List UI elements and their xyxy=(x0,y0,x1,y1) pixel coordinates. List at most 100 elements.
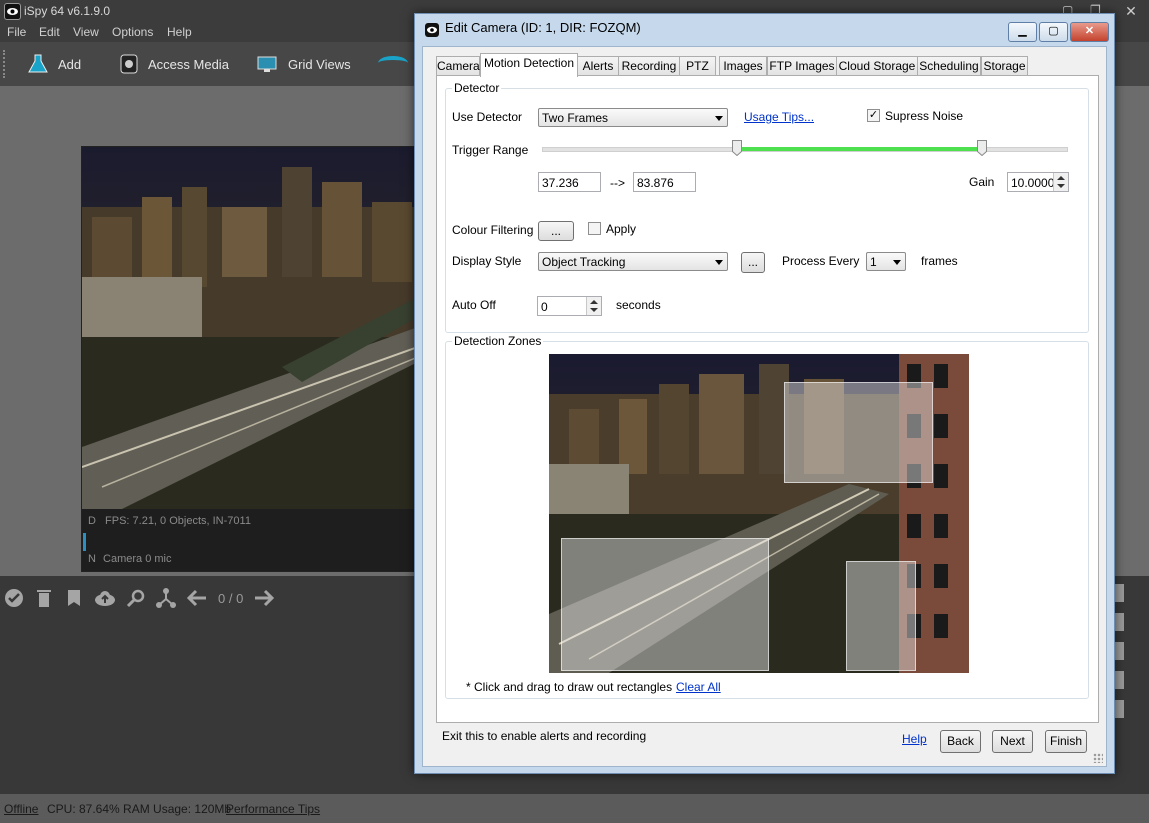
app-eye-icon xyxy=(4,3,21,20)
finish-button[interactable]: Finish xyxy=(1045,730,1087,753)
tab-storage[interactable]: Storage xyxy=(981,56,1028,76)
trigger-range-label: Trigger Range xyxy=(452,143,529,157)
footer-hint: Exit this to enable alerts and recording xyxy=(442,729,647,743)
trigger-max-value: 83.876 xyxy=(637,176,674,190)
colour-filtering-button[interactable]: ... xyxy=(538,221,574,241)
trigger-range-max-thumb[interactable] xyxy=(976,140,987,156)
tab-recording[interactable]: Recording xyxy=(618,56,680,76)
media-icon xyxy=(120,54,138,74)
grid-views-label: Grid Views xyxy=(288,56,351,72)
grid-views-icon xyxy=(257,56,277,72)
tab-cloud-storage[interactable]: Cloud Storage xyxy=(836,56,918,76)
frames-label: frames xyxy=(921,254,958,268)
tab-images[interactable]: Images xyxy=(719,56,767,76)
access-media-label: Access Media xyxy=(148,56,229,72)
detector-group: Detector Use Detector Two Frames Usage T… xyxy=(445,81,1089,333)
back-button[interactable]: Back xyxy=(940,730,981,753)
bookmark-icon[interactable] xyxy=(64,588,84,608)
add-button[interactable]: Add xyxy=(26,52,81,76)
use-detector-value: Two Frames xyxy=(542,111,609,125)
seconds-label: seconds xyxy=(616,298,661,312)
auto-off-value: 0 xyxy=(541,300,548,314)
add-flask-icon xyxy=(28,54,48,73)
tab-ftp-images[interactable]: FTP Images xyxy=(767,56,837,76)
trigger-min-input[interactable]: 37.236 xyxy=(538,172,601,192)
apply-checkbox[interactable] xyxy=(588,222,601,235)
display-style-value: Object Tracking xyxy=(542,255,626,269)
edit-camera-dialog: Edit Camera (ID: 1, DIR: FOZQM) ▁ ▢ ✕ Ca… xyxy=(414,13,1115,774)
dialog-maximize-button[interactable]: ▢ xyxy=(1039,22,1068,42)
camera-bottom-line: N Camera 0 mic xyxy=(82,553,418,565)
apply-label: Apply xyxy=(606,222,637,236)
camera-info-line: D FPS: 7.21, 0 Objects, IN-7011 xyxy=(82,515,418,527)
process-every-value: 1 xyxy=(870,255,877,269)
main-close-button[interactable]: ✕ xyxy=(1118,3,1144,19)
tab-alerts[interactable]: Alerts xyxy=(577,56,619,76)
display-style-select[interactable]: Object Tracking xyxy=(538,252,728,271)
menu-view[interactable]: View xyxy=(73,25,99,39)
app-title: iSpy 64 v6.1.9.0 xyxy=(24,4,111,18)
arrow-left-icon[interactable] xyxy=(186,588,208,608)
search-icon[interactable] xyxy=(126,588,146,608)
suppress-noise-label: Supress Noise xyxy=(885,109,964,123)
detection-zone-rect[interactable] xyxy=(784,382,933,483)
gain-input[interactable]: 10.00000 xyxy=(1007,172,1069,192)
access-media-button[interactable]: Access Media xyxy=(118,52,229,76)
clear-all-link[interactable]: Clear All xyxy=(676,680,721,694)
check-icon[interactable] xyxy=(4,588,24,608)
help-link[interactable]: Help xyxy=(902,732,927,746)
motion-detection-page: Detector Use Detector Two Frames Usage T… xyxy=(436,75,1099,723)
camera-info-prefix: D xyxy=(88,515,96,527)
resize-grip[interactable] xyxy=(1093,753,1103,763)
performance-tips-link[interactable]: Performance Tips xyxy=(226,802,320,816)
grid-views-button[interactable]: Grid Views xyxy=(256,52,351,76)
detection-zone-rect[interactable] xyxy=(561,538,769,671)
display-style-button[interactable]: ... xyxy=(741,252,765,273)
camera-info-text: FPS: 7.21, 0 Objects, IN-7011 xyxy=(105,515,251,527)
menu-options[interactable]: Options xyxy=(112,25,153,39)
add-label: Add xyxy=(58,56,82,72)
auto-off-spinner[interactable] xyxy=(586,297,601,315)
detector-group-title: Detector xyxy=(452,81,502,95)
suppress-noise-checkbox[interactable]: ✓ xyxy=(867,109,880,122)
camera-bottom-prefix: N xyxy=(88,553,96,565)
dialog-minimize-button[interactable]: ▁ xyxy=(1008,22,1037,42)
gain-spinner[interactable] xyxy=(1053,173,1068,191)
toolbar-partial-icon xyxy=(378,56,408,70)
share-icon[interactable] xyxy=(156,588,176,608)
zones-hint: * Click and drag to draw out rectangles xyxy=(466,680,673,694)
camera-bottom-text: Camera 0 mic xyxy=(103,553,172,565)
status-stats: CPU: 87.64% RAM Usage: 120Mb xyxy=(47,802,232,816)
cloud-upload-icon[interactable] xyxy=(94,588,116,608)
next-button[interactable]: Next xyxy=(992,730,1033,753)
usage-tips-link[interactable]: Usage Tips... xyxy=(744,110,814,124)
menu-edit[interactable]: Edit xyxy=(39,25,60,39)
use-detector-select[interactable]: Two Frames xyxy=(538,108,728,127)
offline-link[interactable]: Offline xyxy=(4,802,38,816)
tab-scheduling[interactable]: Scheduling xyxy=(917,56,981,76)
trigger-max-input[interactable]: 83.876 xyxy=(633,172,696,192)
trigger-range-slider[interactable] xyxy=(542,139,1068,161)
trash-icon[interactable] xyxy=(34,588,54,608)
menu-help[interactable]: Help xyxy=(167,25,192,39)
camera-tile[interactable]: D FPS: 7.21, 0 Objects, IN-7011 N Camera… xyxy=(81,146,419,572)
statusbar: Offline CPU: 87.64% RAM Usage: 120Mb Per… xyxy=(0,794,1149,823)
detection-zone-rect[interactable] xyxy=(846,561,916,671)
page-counter: 0 / 0 xyxy=(218,590,244,606)
use-detector-label: Use Detector xyxy=(452,110,523,124)
tab-motion-detection[interactable]: Motion Detection xyxy=(480,53,578,77)
gain-label: Gain xyxy=(969,175,995,189)
auto-off-input[interactable]: 0 xyxy=(537,296,602,316)
zones-canvas[interactable] xyxy=(549,354,969,673)
dialog-body: Camera Motion Detection Alerts Recording… xyxy=(422,46,1107,767)
menu-file[interactable]: File xyxy=(7,25,26,39)
toolbar-grip xyxy=(3,50,7,78)
process-every-select[interactable]: 1 xyxy=(866,252,906,271)
detection-zones-title: Detection Zones xyxy=(452,334,544,348)
tab-ptz[interactable]: PTZ xyxy=(679,56,716,76)
dialog-title: Edit Camera (ID: 1, DIR: FOZQM) xyxy=(445,20,641,35)
trigger-range-min-thumb[interactable] xyxy=(732,140,743,156)
dialog-close-button[interactable]: ✕ xyxy=(1070,22,1109,42)
arrow-right-icon[interactable] xyxy=(253,588,275,608)
tab-camera[interactable]: Camera xyxy=(436,56,480,76)
